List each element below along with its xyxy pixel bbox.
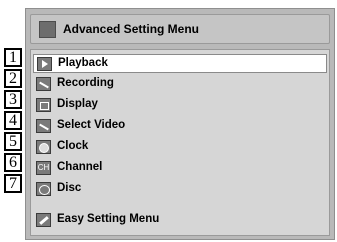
play-icon: [37, 57, 52, 71]
menu-list: Playback Recording Display Select Video …: [30, 49, 330, 236]
menu-item-label: Select Video: [57, 119, 126, 131]
recording-icon: [36, 77, 51, 91]
menu-item-label: Easy Setting Menu: [57, 213, 160, 225]
callout-4: 4: [4, 111, 22, 130]
menu-item-label: Playback: [58, 57, 108, 69]
menu-item-label: Clock: [57, 140, 89, 152]
menu-item-select-video[interactable]: Select Video: [33, 117, 327, 136]
menu-title: Advanced Setting Menu: [63, 22, 200, 36]
clock-icon: [36, 140, 51, 154]
menu-item-disc[interactable]: Disc: [33, 180, 327, 199]
callout-7: 7: [4, 174, 22, 193]
menu-item-label: Channel: [57, 161, 103, 173]
advanced-setting-menu: Advanced Setting Menu Playback Recording…: [25, 8, 335, 240]
menu-item-display[interactable]: Display: [33, 96, 327, 115]
ch-icon: CH: [36, 161, 51, 175]
callout-2: 2: [4, 69, 22, 88]
callout-5: 5: [4, 132, 22, 151]
menu-item-label: Disc: [57, 182, 82, 194]
settings-menu-icon: [39, 21, 56, 38]
display-icon: [36, 98, 51, 112]
callout-6: 6: [4, 153, 22, 172]
video-select-icon: [36, 119, 51, 133]
menu-title-bar: Advanced Setting Menu: [30, 14, 330, 44]
wrench-icon: [36, 213, 51, 227]
disc-icon: [36, 182, 51, 196]
menu-item-recording[interactable]: Recording: [33, 75, 327, 94]
callout-1: 1: [4, 48, 22, 67]
menu-item-clock[interactable]: Clock: [33, 138, 327, 157]
callout-3: 3: [4, 90, 22, 109]
menu-item-playback[interactable]: Playback: [33, 54, 327, 73]
menu-item-easy-setting[interactable]: Easy Setting Menu: [33, 211, 327, 230]
menu-item-label: Display: [57, 98, 98, 110]
menu-item-label: Recording: [57, 77, 114, 89]
menu-item-channel[interactable]: CH Channel: [33, 159, 327, 178]
